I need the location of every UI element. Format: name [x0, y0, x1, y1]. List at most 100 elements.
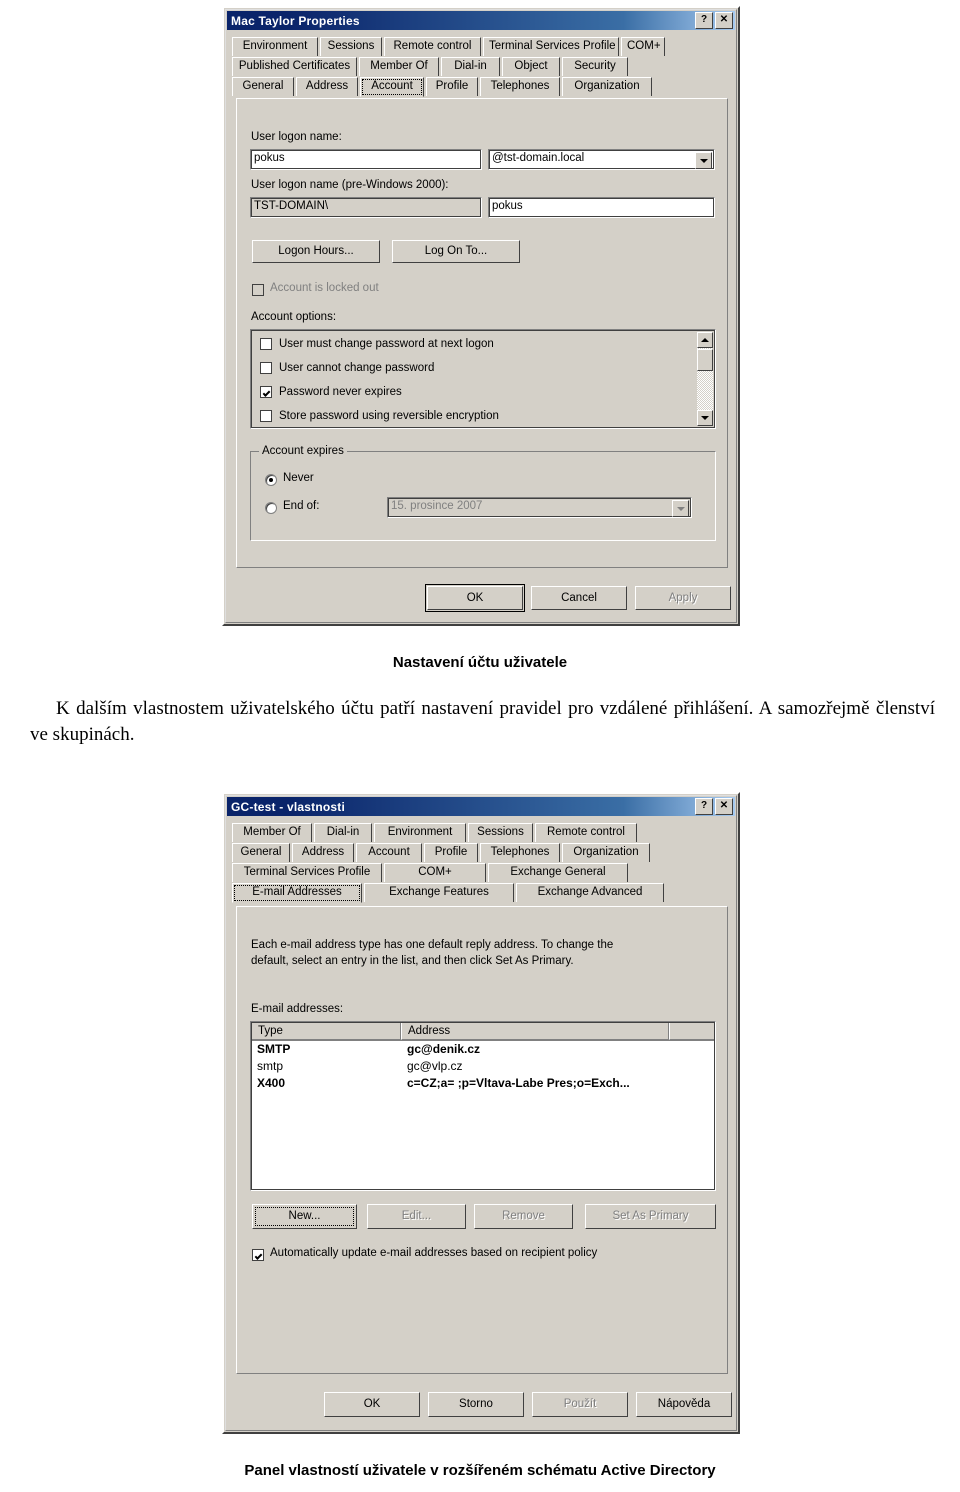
column-header[interactable]: Address [401, 1022, 669, 1040]
listview-body[interactable]: SMTP gc@denik.cz smtp gc@vlp.cz X400 c=CZ;a= … [251, 1041, 715, 1092]
listview-header-row[interactable]: Type Address [251, 1022, 715, 1041]
auto-update-checkbox[interactable] [252, 1249, 264, 1261]
expires-end-of-label: End of: [283, 500, 320, 512]
scroll-up-icon[interactable] [697, 332, 713, 348]
tab-terminal-services-profile[interactable]: Terminal Services Profile [232, 863, 382, 882]
tab-dial-in[interactable]: Dial-in [441, 57, 500, 76]
tab-remote-control[interactable]: Remote control [384, 37, 481, 56]
tab-exchange-general[interactable]: Exchange General [488, 863, 628, 882]
tab-general[interactable]: General [232, 843, 290, 862]
tab-organization[interactable]: Organization [562, 77, 652, 96]
dialog1-titlebar-buttons[interactable]: ? ✕ [695, 12, 735, 29]
tab-row[interactable]: Environment Sessions Remote control Termina… [224, 37, 738, 56]
account-option-checkbox[interactable] [260, 410, 272, 422]
domain-suffix-combobox[interactable]: @tst-domain.local [488, 149, 715, 170]
email-addresses-listview[interactable]: Type Address SMTP gc@denik.cz smtp gc@vlp.cz… [250, 1021, 716, 1191]
account-option-item[interactable]: User cannot change password [251, 356, 695, 380]
dialog1-ok-button[interactable]: OK [425, 584, 525, 612]
close-icon[interactable]: ✕ [715, 12, 733, 29]
table-row[interactable]: SMTP gc@denik.cz [251, 1041, 715, 1058]
tab-row[interactable]: Terminal Services Profile COM+ Exchange Ge… [224, 863, 738, 882]
tab-terminal-services-profile[interactable]: Terminal Services Profile [483, 37, 619, 56]
user-properties-dialog[interactable]: Mac Taylor Properties ? ✕ Environment Ses… [222, 6, 740, 626]
user-logon-name-input[interactable]: pokus [250, 149, 482, 170]
tab-remote-control[interactable]: Remote control [535, 823, 637, 842]
account-locked-out-label: Account is locked out [270, 282, 379, 294]
dialog2-napoveda-button[interactable]: Nápověda [636, 1392, 732, 1417]
tab-dial-in[interactable]: Dial-in [314, 823, 372, 842]
account-options-scrollbar[interactable] [697, 332, 713, 426]
tab-row[interactable]: Member Of Dial-in Environment Sessions Remot… [224, 823, 738, 842]
cell-address: gc@denik.cz [407, 1042, 481, 1056]
dialog2-storno-button[interactable]: Storno [428, 1392, 524, 1417]
tab-address[interactable]: Address [292, 843, 354, 862]
tab-e-mail-addresses[interactable]: E-mail Addresses [232, 883, 362, 903]
edit-email-button: Edit... [367, 1204, 466, 1229]
tab-row[interactable]: General Address Account Profile Telephones Or… [224, 77, 738, 97]
tab-environment[interactable]: Environment [374, 823, 466, 842]
chevron-down-icon[interactable] [695, 152, 712, 169]
tab-security[interactable]: Security [562, 57, 628, 76]
log-on-to-button[interactable]: Log On To... [392, 240, 520, 263]
account-expires-group-title: Account expires [259, 445, 347, 457]
dialog1-cancel-button[interactable]: Cancel [531, 586, 627, 610]
tab-row[interactable]: General Address Account Profile Telephones Or… [224, 843, 738, 862]
tab-account[interactable]: Account [356, 843, 422, 862]
help-icon[interactable]: ? [695, 12, 713, 29]
tab-sessions[interactable]: Sessions [320, 37, 382, 56]
tab-environment[interactable]: Environment [232, 37, 318, 56]
account-option-item[interactable]: Store password using reversible encrypti… [251, 404, 695, 428]
logon-hours-button[interactable]: Logon Hours... [252, 240, 380, 263]
account-option-label: User must change password at next logon [279, 338, 494, 350]
pre2000-logon-name-input[interactable]: pokus [488, 197, 715, 218]
expires-date-picker: 15. prosince 2007 [387, 497, 692, 518]
column-header[interactable]: Type [251, 1022, 401, 1040]
tab-organization[interactable]: Organization [562, 843, 650, 862]
account-options-listbox[interactable]: User must change password at next logon U… [250, 329, 716, 429]
tab-exchange-features[interactable]: Exchange Features [364, 883, 514, 902]
account-option-item[interactable]: User must change password at next logon [251, 332, 695, 356]
tab-profile[interactable]: Profile [426, 77, 478, 96]
table-row[interactable]: X400 c=CZ;a= ;p=Vltava-Labe Pres;o=Exch..… [251, 1075, 715, 1092]
tab-member-of[interactable]: Member Of [359, 57, 439, 76]
dialog2-titlebar-buttons[interactable]: ? ✕ [695, 798, 735, 815]
expires-end-of-radio[interactable] [265, 502, 277, 514]
expires-never-radio[interactable] [265, 474, 277, 486]
dialog1-title: Mac Taylor Properties [231, 13, 360, 28]
new-email-button[interactable]: New... [252, 1204, 357, 1229]
dialog2-tab-strip[interactable]: Member Of Dial-in Environment Sessions Remot… [224, 823, 738, 903]
column-header[interactable] [669, 1022, 715, 1040]
dialog2-ok-button[interactable]: OK [324, 1392, 420, 1417]
tab-address[interactable]: Address [296, 77, 358, 96]
tab-row[interactable]: E-mail Addresses Exchange Features Exchang… [224, 883, 738, 903]
account-options-list[interactable]: User must change password at next logon U… [251, 332, 695, 428]
gc-test-properties-dialog[interactable]: GC-test - vlastnosti ? ✕ Member Of Dial-i… [222, 792, 740, 1434]
help-icon[interactable]: ? [695, 798, 713, 815]
tab-sessions[interactable]: Sessions [468, 823, 533, 842]
table-row[interactable]: smtp gc@vlp.cz [251, 1058, 715, 1075]
tab-object[interactable]: Object [502, 57, 560, 76]
account-option-checkbox[interactable] [260, 386, 272, 398]
tab-telephones[interactable]: Telephones [480, 77, 560, 96]
account-option-item[interactable]: Password never expires [251, 380, 695, 404]
tab-com[interactable]: COM+ [621, 37, 665, 56]
dialog1-apply-button: Apply [635, 586, 731, 610]
tab-com[interactable]: COM+ [384, 863, 486, 882]
dialog1-titlebar[interactable]: Mac Taylor Properties ? ✕ [227, 11, 735, 30]
tab-account[interactable]: Account [360, 77, 424, 97]
tab-row[interactable]: Published Certificates Member Of Dial-in Ob… [224, 57, 738, 76]
close-icon[interactable]: ✕ [715, 798, 733, 815]
tab-profile[interactable]: Profile [424, 843, 478, 862]
tab-general[interactable]: General [232, 77, 294, 96]
account-option-checkbox[interactable] [260, 338, 272, 350]
scroll-down-icon[interactable] [697, 410, 713, 426]
account-option-checkbox[interactable] [260, 362, 272, 374]
email-description-line1: Each e-mail address type has one default… [251, 939, 614, 951]
scrollbar-thumb[interactable] [697, 349, 713, 371]
tab-exchange-advanced[interactable]: Exchange Advanced [516, 883, 664, 902]
dialog2-titlebar[interactable]: GC-test - vlastnosti ? ✕ [227, 797, 735, 816]
dialog1-tab-strip[interactable]: Environment Sessions Remote control Termina… [224, 37, 738, 97]
tab-member-of[interactable]: Member Of [232, 823, 312, 842]
tab-telephones[interactable]: Telephones [480, 843, 560, 862]
tab-published-certificates[interactable]: Published Certificates [232, 57, 357, 76]
